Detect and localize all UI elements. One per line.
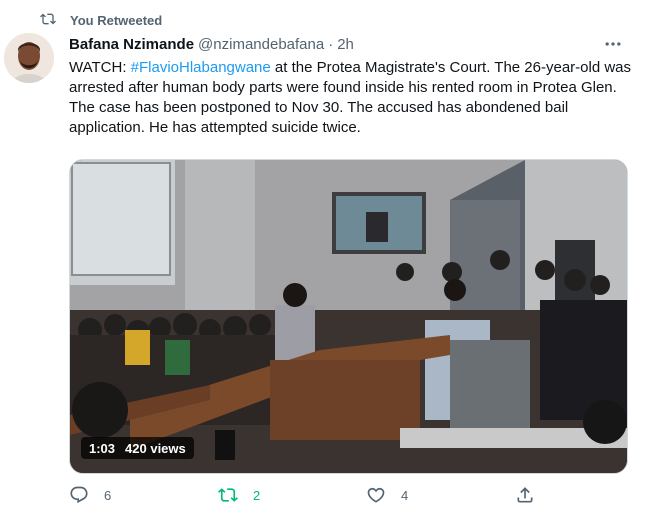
- video-duration: 1:03: [89, 440, 116, 456]
- retweet-context-icon: [40, 11, 56, 30]
- retweet-icon: [218, 488, 238, 502]
- separator-dot: ·: [328, 36, 334, 53]
- timestamp[interactable]: 2h: [337, 36, 354, 53]
- like-icon: [367, 487, 385, 503]
- like-count: 4: [401, 487, 409, 503]
- tweet-text: WATCH: #FlavioHlabangwane at the Protea …: [69, 58, 635, 138]
- hashtag-link[interactable]: #FlavioHlabangwane: [131, 59, 271, 76]
- reply-count: 6: [104, 487, 112, 503]
- tweet-header: Bafana Nzimande @nzimandebafana · 2h: [69, 36, 354, 53]
- author-handle[interactable]: @nzimandebafana: [198, 36, 324, 53]
- more-icon[interactable]: [603, 34, 623, 54]
- share-icon: [517, 487, 533, 503]
- tweet-actions: 6 2 4: [69, 485, 549, 507]
- tweet[interactable]: You Retweeted Bafana Nzimande @nzimandeb…: [0, 0, 649, 523]
- video-frame: [70, 160, 627, 473]
- retweet-context: You Retweeted: [40, 11, 162, 30]
- avatar[interactable]: [4, 33, 54, 83]
- video-views: 420 views: [125, 440, 186, 456]
- reply-icon: [70, 486, 88, 504]
- retweet-context-label: You Retweeted: [70, 13, 163, 28]
- share-button[interactable]: [515, 485, 535, 505]
- video-player[interactable]: [69, 159, 628, 474]
- reply-button[interactable]: 6: [69, 485, 111, 505]
- retweet-button[interactable]: 2: [218, 485, 260, 505]
- like-button[interactable]: 4: [366, 485, 408, 505]
- author-name[interactable]: Bafana Nzimande: [69, 36, 194, 53]
- tweet-text-prefix: WATCH:: [69, 59, 131, 76]
- video-info-badge: 1:03 420 views: [81, 437, 194, 459]
- retweet-count: 2: [253, 487, 261, 503]
